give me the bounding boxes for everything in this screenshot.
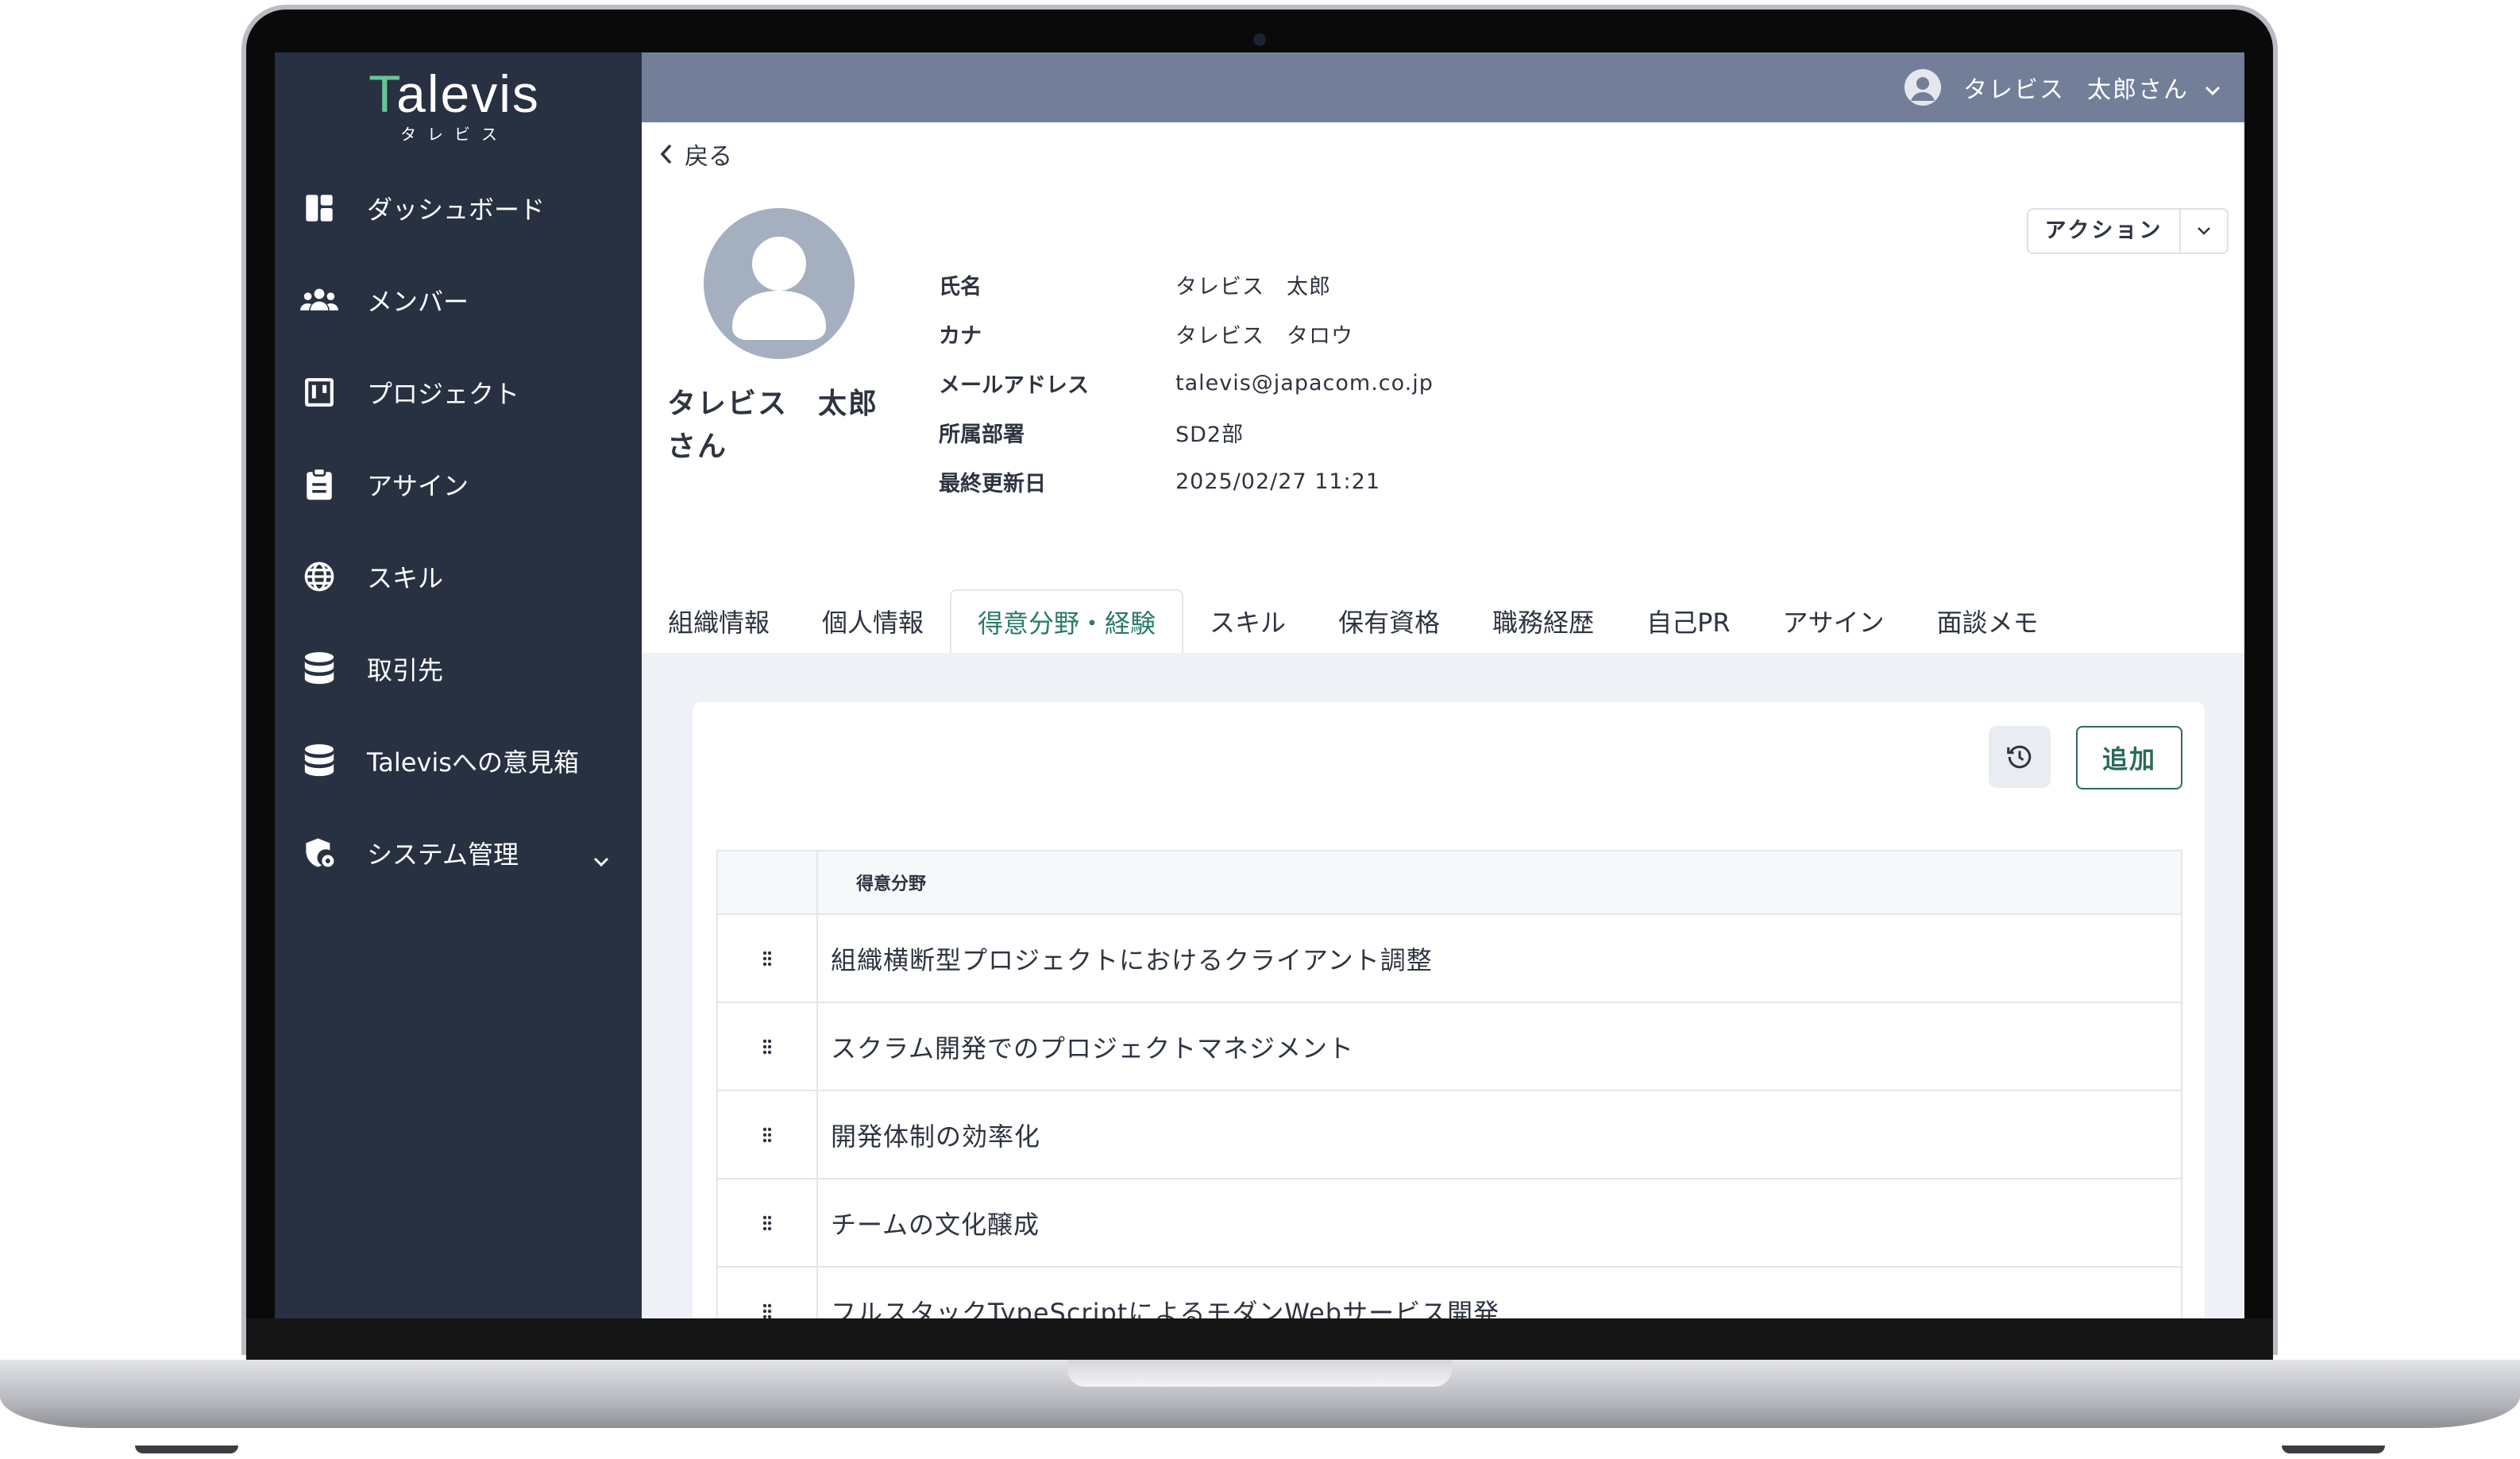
tab-bar: 組織情報 個人情報 得意分野・経験 スキル 保有資格 職務経歴 自己PR アサイ…: [642, 589, 2244, 653]
table-row: フルスタックTypeScriptによるモダンWebサービス開発: [718, 1268, 2181, 1318]
chevron-left-icon: [660, 144, 672, 164]
info-value: 2025/02/27 11:21: [1175, 469, 1381, 494]
sidebar-item-system-admin[interactable]: システム管理: [291, 821, 626, 885]
info-label: カナ: [939, 323, 982, 349]
database-icon: [299, 740, 340, 782]
table-row: 開発体制の効率化: [718, 1091, 2181, 1179]
project-board-icon: [299, 372, 340, 413]
expertise-cell: 開発体制の効率化: [831, 1121, 1041, 1152]
info-row-department: 所属部署 SD2部: [939, 416, 1244, 448]
logo-kana: タレビス: [400, 125, 508, 144]
tab-expertise[interactable]: 得意分野・経験: [950, 589, 1184, 653]
column-header-expertise: 得意分野: [856, 874, 927, 894]
sidebar-item-clients[interactable]: 取引先: [291, 637, 626, 701]
drag-handle-icon[interactable]: [718, 915, 818, 1002]
drag-handle-icon[interactable]: [718, 1003, 818, 1090]
action-dropdown-button[interactable]: アクション: [2027, 208, 2229, 254]
sidebar-item-label: 取引先: [367, 655, 444, 685]
expertise-cell: 組織横断型プロジェクトにおけるクライアント調整: [831, 944, 1433, 975]
profile-avatar-icon: [704, 208, 855, 359]
tab-interview-notes[interactable]: 面談メモ: [1911, 589, 2065, 653]
camera: [1253, 33, 1266, 46]
shield-gear-icon: [299, 832, 340, 874]
chevron-down-icon: [2205, 74, 2221, 102]
chevron-down-icon: [592, 843, 610, 874]
info-label: 氏名: [939, 274, 982, 299]
table-header: 得意分野: [718, 851, 2181, 915]
tab-organization[interactable]: 組織情報: [642, 589, 796, 653]
action-label: アクション: [2028, 210, 2181, 253]
history-button[interactable]: [1989, 726, 2051, 788]
screen: Talevis タレビス ダッシュボード メンバー プロジェクト アサイン スキ…: [275, 52, 2244, 1318]
info-row-name: 氏名 タレビス 太郎: [939, 268, 1331, 300]
expertise-card: 追加 得意分野 組織横断型プロジェクトにおけるクライアント調整 スクラム開発での…: [693, 702, 2205, 1318]
profile-display-name: タレビス 太郎 さん: [667, 388, 879, 463]
tab-skills[interactable]: スキル: [1183, 589, 1312, 653]
sidebar-item-label: プロジェクト: [367, 379, 520, 409]
sidebar-item-label: スキル: [367, 563, 444, 593]
globe-icon: [299, 556, 340, 597]
drag-handle-icon[interactable]: [718, 1268, 818, 1318]
chevron-down-icon[interactable]: [2181, 226, 2227, 236]
handle-column-header: [718, 851, 818, 913]
tab-self-pr[interactable]: 自己PR: [1620, 589, 1757, 653]
dashboard-icon: [299, 187, 340, 229]
tab-career[interactable]: 職務経歴: [1466, 589, 1620, 653]
database-icon: [299, 648, 340, 689]
clipboard-icon: [299, 464, 340, 505]
table-row: スクラム開発でのプロジェクトマネジメント: [718, 1003, 2181, 1091]
sidebar-item-project[interactable]: プロジェクト: [291, 361, 626, 424]
table-row: チームの文化醸成: [718, 1179, 2181, 1268]
expertise-cell: チームの文化醸成: [831, 1209, 1040, 1240]
back-link[interactable]: 戻る: [659, 137, 732, 172]
history-icon: [2007, 745, 2032, 769]
info-label: メールアドレス: [939, 372, 1089, 398]
members-icon: [299, 280, 340, 321]
info-label: 所属部署: [939, 422, 1025, 447]
main-content: 戻る タレビス 太郎 さん 氏名 タレビス 太郎 カナ タレビス タロウ メール…: [642, 122, 2244, 1318]
info-value: SD2部: [1175, 422, 1245, 447]
info-row-email: メールアドレス talevis@japacom.co.jp: [939, 367, 1434, 399]
back-label: 戻る: [685, 143, 732, 171]
drag-handle-icon[interactable]: [718, 1091, 818, 1178]
laptop-bezel: [246, 1318, 2273, 1360]
info-row-updated: 最終更新日 2025/02/27 11:21: [939, 465, 1380, 497]
table-row: 組織横断型プロジェクトにおけるクライアント調整: [718, 915, 2181, 1003]
tab-personal[interactable]: 個人情報: [796, 589, 950, 653]
sidebar-item-members[interactable]: メンバー: [291, 268, 626, 332]
expertise-cell: フルスタックTypeScriptによるモダンWebサービス開発: [831, 1297, 1500, 1319]
sidebar-item-feedback[interactable]: Talevisへの意見箱: [291, 729, 626, 793]
tab-panel: 追加 得意分野 組織横断型プロジェクトにおけるクライアント調整 スクラム開発での…: [642, 653, 2244, 1318]
tab-certifications[interactable]: 保有資格: [1312, 589, 1466, 653]
user-avatar-icon: [1904, 69, 1941, 106]
user-company: タレビス: [1963, 76, 2065, 104]
laptop-notch: [1067, 1360, 1452, 1387]
sidebar: Talevis タレビス ダッシュボード メンバー プロジェクト アサイン スキ…: [275, 52, 642, 1318]
sidebar-item-skill[interactable]: スキル: [291, 545, 626, 608]
tab-assign[interactable]: アサイン: [1757, 589, 1911, 653]
laptop-foot: [135, 1445, 238, 1453]
drag-handle-icon[interactable]: [718, 1179, 818, 1266]
expertise-table: 得意分野 組織横断型プロジェクトにおけるクライアント調整 スクラム開発でのプロジ…: [716, 850, 2182, 1318]
logo-wordmark: Talevis: [369, 64, 540, 123]
info-label: 最終更新日: [939, 471, 1046, 496]
expertise-cell: スクラム開発でのプロジェクトマネジメント: [831, 1032, 1355, 1063]
sidebar-item-label: アサイン: [367, 471, 469, 501]
top-header: タレビス 太郎さん: [642, 52, 2244, 122]
sidebar-item-dashboard[interactable]: ダッシュボード: [291, 176, 626, 240]
sidebar-item-label: システム管理: [367, 840, 519, 870]
sidebar-item-label: Talevisへの意見箱: [367, 747, 579, 778]
sidebar-item-label: メンバー: [367, 287, 469, 317]
app-logo[interactable]: Talevis タレビス: [351, 62, 558, 149]
info-value: タレビス タロウ: [1175, 323, 1353, 349]
info-row-kana: カナ タレビス タロウ: [939, 318, 1353, 349]
add-button[interactable]: 追加: [2076, 726, 2182, 789]
info-value: talevis@japacom.co.jp: [1175, 370, 1434, 396]
user-name: 太郎さん: [2087, 76, 2189, 104]
sidebar-item-assign[interactable]: アサイン: [291, 453, 626, 516]
info-value: タレビス 太郎: [1175, 274, 1331, 299]
laptop-foot: [2282, 1445, 2385, 1453]
user-menu[interactable]: タレビス 太郎さん: [1904, 52, 2221, 122]
sidebar-item-label: ダッシュボード: [367, 195, 546, 225]
